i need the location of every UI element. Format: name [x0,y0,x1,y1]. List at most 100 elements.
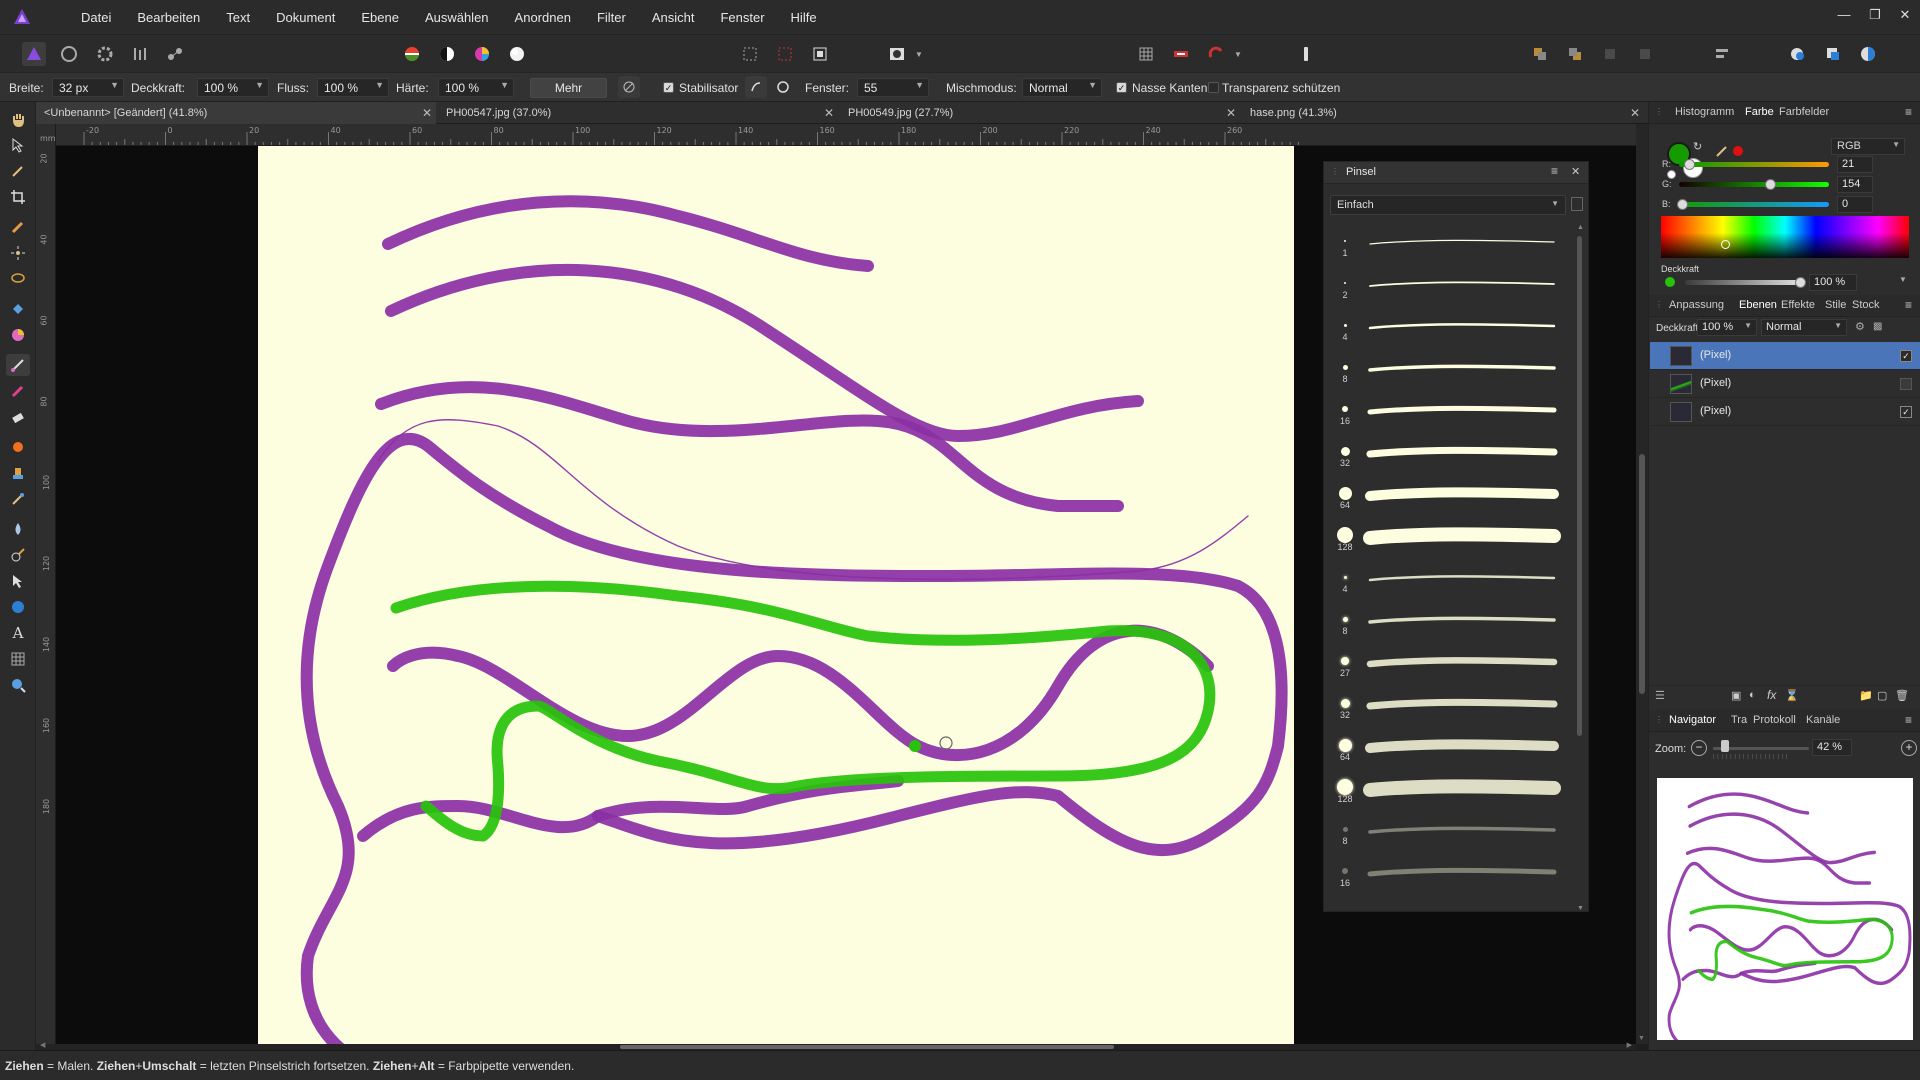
freehand-selection-tool-icon[interactable] [6,268,30,290]
menu-hilfe[interactable]: Hilfe [778,10,830,25]
arrange-back-icon[interactable] [1528,42,1552,66]
g-slider[interactable] [1679,182,1829,187]
arrange-front-icon[interactable] [1598,42,1622,66]
move-tool-icon[interactable] [6,134,30,156]
fenster-field[interactable]: 55 ▼ [857,78,929,97]
brush-preset[interactable]: 4 [1324,310,1574,352]
layer-row[interactable]: (Pixel) [1650,370,1920,398]
window-mode-icon[interactable] [772,76,794,98]
stabilisator-checkbox[interactable]: ✓ [663,82,674,93]
tab-farbfelder[interactable]: Farbfelder [1779,106,1829,118]
zoom-value-field[interactable]: 42 % [1812,739,1852,756]
menu-text[interactable]: Text [213,10,263,25]
g-slider-knob[interactable] [1765,179,1776,190]
panel-menu-icon[interactable]: ≡ [1905,713,1912,727]
quick-mask-dropdown-icon[interactable]: ▼ [913,42,925,66]
auto-colors-icon[interactable] [470,42,494,66]
chevron-down-icon[interactable]: ▼ [1899,275,1907,284]
haerte-field[interactable]: 100 % ▼ [438,78,514,97]
brush-preset[interactable]: 27 [1324,646,1574,688]
b-value-field[interactable]: 0 [1837,196,1873,213]
layer-stack-icon[interactable]: ☰ [1655,689,1665,702]
close-icon[interactable]: ✕ [1571,165,1580,178]
export-persona-icon[interactable] [163,42,187,66]
tab-stock[interactable]: Stock [1852,299,1880,311]
brush-preset[interactable]: 32 [1324,436,1574,478]
erase-brush-tool-icon[interactable] [6,406,30,428]
menu-filter[interactable]: Filter [584,10,639,25]
boolean-subtract-icon[interactable] [1821,42,1845,66]
menu-ebene[interactable]: Ebene [348,10,412,25]
marquee-selection-icon[interactable] [738,42,762,66]
brush-preset[interactable]: 128 [1324,520,1574,562]
arrange-bottom-icon[interactable] [1633,42,1657,66]
tab-anpassung[interactable]: Anpassung [1669,299,1724,311]
auto-white-balance-icon[interactable] [505,42,529,66]
liquify-persona-icon[interactable] [57,42,81,66]
g-value-field[interactable]: 154 [1837,176,1873,193]
color-opacity-knob[interactable] [1795,277,1806,288]
panel-grip-icon[interactable]: ⋮ [1655,107,1663,116]
brush-preset[interactable]: 64 [1324,730,1574,772]
brush-preset[interactable]: 4 [1324,562,1574,604]
horizontal-scroll-thumb[interactable] [620,1045,1114,1049]
zoom-in-icon[interactable]: + [1901,740,1917,756]
doc-tab-hase[interactable]: hase.png (41.3%) ✕ [1242,102,1642,124]
tab-effekte[interactable]: Effekte [1781,299,1815,311]
tone-mapping-persona-icon[interactable] [128,42,152,66]
scroll-left-icon[interactable]: ◀ [40,1041,45,1049]
scroll-down-icon[interactable]: ▼ [1638,1035,1645,1042]
grid-snapping-icon[interactable] [1134,42,1158,66]
mesh-warp-tool-icon[interactable] [6,648,30,670]
doc-tab-ph00547[interactable]: PH00547.jpg (37.0%) ✕ [438,102,838,124]
panel-menu-icon[interactable]: ≡ [1905,298,1912,312]
close-icon[interactable]: ✕ [824,106,834,120]
flood-select-tool-icon[interactable] [6,242,30,264]
navigator-preview[interactable] [1657,778,1913,1040]
menu-auswählen[interactable]: Auswählen [412,10,502,25]
deselect-icon[interactable] [773,42,797,66]
brushes-panel-header[interactable]: ⋮ Pinsel ≡ ✕ [1324,162,1588,184]
layer-visibility-checkbox[interactable] [1900,378,1912,390]
lock-icon[interactable]: ▩ [1873,321,1882,332]
node-tool-icon[interactable] [6,570,30,592]
mask-layer-icon[interactable]: ▣ [1731,689,1741,702]
flood-fill-tool-icon[interactable] [6,298,30,320]
artistic-text-tool-icon[interactable]: A [6,622,30,644]
boolean-add-icon[interactable] [1786,42,1810,66]
clone-brush-tool-icon[interactable] [6,462,30,484]
auto-contrast-icon[interactable] [435,42,459,66]
brush-pressure-icon[interactable] [618,76,640,98]
boolean-intersect-icon[interactable] [1856,42,1880,66]
folder-icon[interactable]: 📁 [1859,689,1873,702]
alignment-icon[interactable] [1710,42,1734,66]
blur-brush-tool-icon[interactable] [6,518,30,540]
color-mode-select[interactable]: RGB ▼ [1831,138,1905,155]
color-spectrum[interactable] [1661,216,1909,258]
tab-stile[interactable]: Stile [1825,299,1846,311]
brush-preset[interactable]: 64 [1324,478,1574,520]
panel-grip-icon[interactable]: ⋮ [1655,300,1663,309]
brush-preset[interactable]: 1 [1324,226,1574,268]
brush-preset[interactable]: 32 [1324,688,1574,730]
add-layer-icon[interactable]: ▢ [1877,689,1887,702]
r-slider[interactable] [1679,162,1829,167]
transparenz-schuetzen-checkbox[interactable] [1208,82,1219,93]
assistant-manager-icon[interactable] [1294,42,1318,66]
r-slider-knob[interactable] [1684,159,1695,170]
reset-colors-icon[interactable] [1667,170,1676,179]
doc-tab-unbenannt[interactable]: <Unbenannt> [Geändert] (41.8%) ✕ [36,102,436,124]
document-canvas[interactable] [258,146,1294,1044]
tab-navigator[interactable]: Navigator [1664,710,1721,730]
pen-tool-icon[interactable] [6,544,30,566]
rope-mode-icon[interactable] [745,76,767,98]
color-opacity-field[interactable]: 100 % [1809,274,1857,291]
tab-ebenen[interactable]: Ebenen [1735,295,1781,315]
close-icon[interactable]: ✕ [1226,106,1236,120]
panel-menu-icon[interactable]: ≡ [1905,105,1912,119]
tab-kanaele[interactable]: Kanäle [1806,714,1840,726]
trash-icon[interactable]: 🗑 [1895,689,1909,702]
brush-panel-options-icon[interactable] [1571,197,1583,211]
auto-levels-icon[interactable] [400,42,424,66]
r-value-field[interactable]: 21 [1837,156,1873,173]
